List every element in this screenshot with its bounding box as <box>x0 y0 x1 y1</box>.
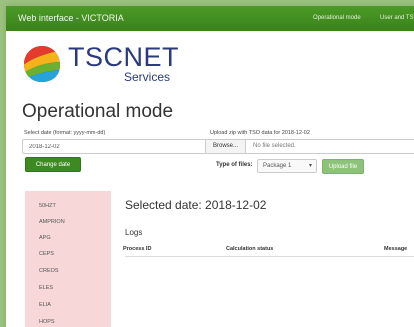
date-field-label: Select date (format: yyyy-mm-dd) <box>24 130 106 136</box>
chevron-down-icon: ▾ <box>308 163 312 169</box>
tso-sidebar: 50HZT AMPRION APG CEPS CREOS ELES ELIA H… <box>25 191 111 327</box>
nav-link-user-and-tso[interactable]: User and TS <box>380 15 414 21</box>
sidebar-item-creos[interactable]: CREOS <box>39 268 59 274</box>
column-header-message: Message <box>384 246 408 252</box>
date-input[interactable] <box>22 139 207 154</box>
sidebar-item-amprion[interactable]: AMPRION <box>39 219 65 225</box>
file-input[interactable]: Browse... No file selected. <box>205 139 414 154</box>
logs-title: Logs <box>125 228 143 237</box>
navbar: Web interface - VICTORIA Operational mod… <box>6 6 414 31</box>
logo-wordmark: TSCNET <box>68 42 179 72</box>
sidebar-item-eles[interactable]: ELES <box>39 285 53 291</box>
page-title: Operational mode <box>22 101 174 122</box>
column-header-process-id: Process ID <box>123 246 152 252</box>
browse-button[interactable]: Browse... <box>206 140 246 153</box>
sidebar-item-hops[interactable]: HOPS <box>39 319 55 325</box>
change-date-button[interactable]: Change date <box>25 157 81 172</box>
upload-file-button[interactable]: Upload file <box>322 159 364 174</box>
table-header-divider <box>125 256 414 257</box>
logo-tagline: Services <box>124 70 171 84</box>
column-header-calculation-status: Calculation status <box>226 246 274 252</box>
sidebar-item-apg[interactable]: APG <box>39 235 51 241</box>
selected-date-heading: Selected date: 2018-12-02 <box>125 198 267 212</box>
type-of-files-value: Package 1 <box>263 163 292 169</box>
upload-label: Upload zip with TSO data for 2018-12-02 <box>210 130 310 136</box>
type-of-files-select[interactable]: Package 1 ▾ <box>257 159 317 173</box>
file-status: No file selected. <box>253 143 296 149</box>
sidebar-item-50hzt[interactable]: 50HZT <box>39 203 56 209</box>
sidebar-item-elia[interactable]: ELIA <box>39 302 51 308</box>
type-of-files-label: Type of files: <box>216 162 253 168</box>
page: Web interface - VICTORIA Operational mod… <box>6 6 414 327</box>
navbar-brand[interactable]: Web interface - VICTORIA <box>18 13 124 23</box>
sidebar-item-ceps[interactable]: CEPS <box>39 251 54 257</box>
tscnet-logo-icon <box>24 46 60 82</box>
nav-link-operational-mode[interactable]: Operational mode <box>313 15 361 21</box>
